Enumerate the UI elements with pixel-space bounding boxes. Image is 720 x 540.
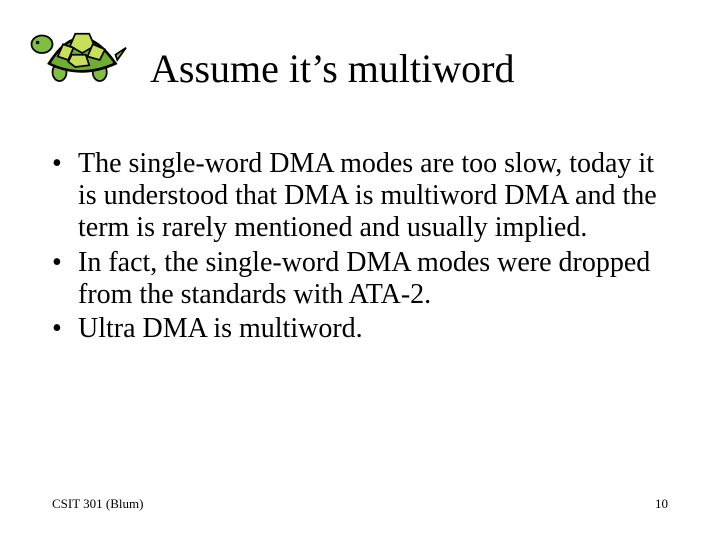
turtle-clipart [22, 18, 132, 88]
slide: Assume it’s multiword The single-word DM… [0, 0, 720, 540]
bullet-item: The single-word DMA modes are too slow, … [52, 148, 668, 245]
footer-page-number: 10 [655, 496, 668, 512]
bullet-item: In fact, the single-word DMA modes were … [52, 247, 668, 311]
slide-body: The single-word DMA modes are too slow, … [52, 148, 668, 347]
slide-title: Assume it’s multiword [150, 48, 690, 90]
footer-course: CSIT 301 (Blum) [52, 496, 144, 512]
bullet-item: Ultra DMA is multiword. [52, 313, 668, 345]
